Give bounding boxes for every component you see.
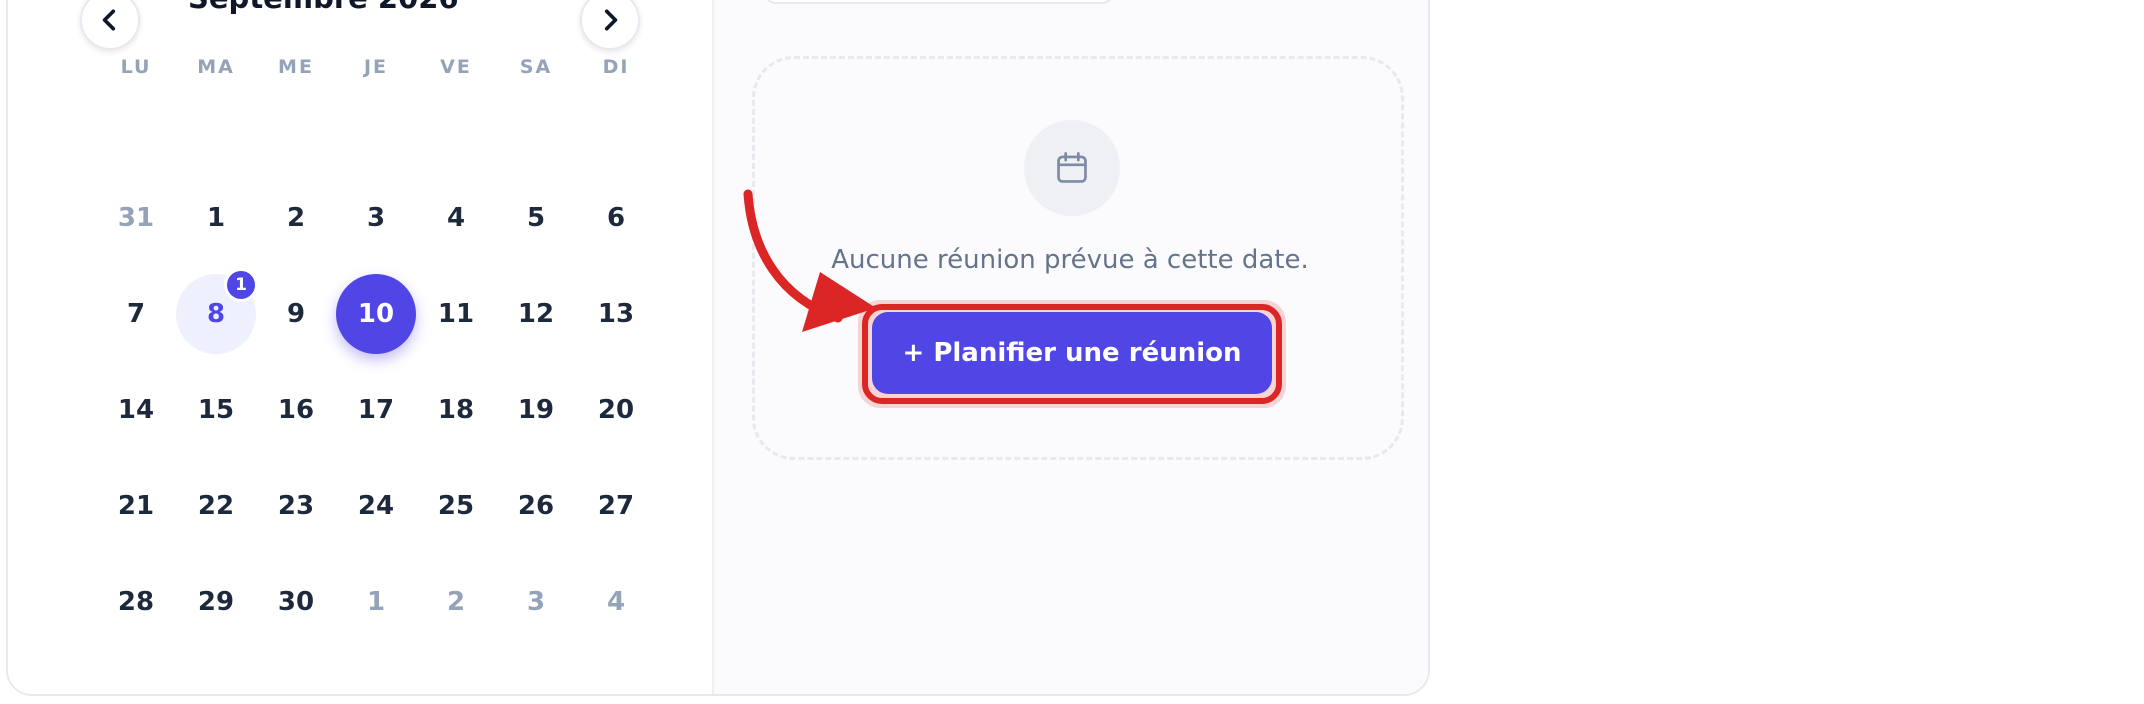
calendar-day[interactable]: 13 [576, 274, 656, 354]
day-number: 15 [197, 395, 235, 425]
calendar-day[interactable]: 31 [96, 178, 176, 258]
day-number: 3 [366, 203, 386, 233]
calendar-grid: 31 1 2 3 4 5 6 7 8 1 9 10 11 12 13 14 15 16 17 18 19 20 21 22 23… [8, 0, 712, 662]
day-number: 19 [517, 395, 555, 425]
calendar-day[interactable]: 3 [496, 562, 576, 642]
day-number: 13 [597, 299, 635, 329]
calendar-day[interactable]: 2 [416, 562, 496, 642]
calendar-day[interactable]: 10 [336, 274, 416, 354]
day-number: 8 [206, 299, 226, 329]
day-number: 9 [286, 299, 306, 329]
day-number: 1 [206, 203, 226, 233]
calendar-day[interactable]: 1 [176, 178, 256, 258]
day-number: 28 [117, 587, 155, 617]
calendar-day[interactable]: 2 [256, 178, 336, 258]
day-number: 31 [117, 203, 155, 233]
day-number: 10 [357, 299, 395, 329]
day-number: 23 [277, 491, 315, 521]
day-number: 26 [517, 491, 555, 521]
day-number: 3 [526, 587, 546, 617]
calendar-day[interactable]: 24 [336, 466, 416, 546]
calendar-day[interactable]: 6 [576, 178, 656, 258]
day-number: 7 [126, 299, 146, 329]
event-count-badge: 1 [224, 268, 258, 302]
day-number: 30 [277, 587, 315, 617]
calendar-day[interactable]: 81 [176, 268, 258, 354]
calendar-day[interactable]: 5 [496, 178, 576, 258]
calendar-icon [1057, 152, 1087, 183]
calendar-day[interactable]: 29 [176, 562, 256, 642]
calendar-day[interactable]: 19 [496, 370, 576, 450]
calendar-day[interactable]: 20 [576, 370, 656, 450]
day-number: 18 [437, 395, 475, 425]
arrow-icon [743, 189, 876, 332]
day-number: 1 [366, 587, 386, 617]
day-number: 20 [597, 395, 635, 425]
calendar-panel: Septembre 2026 LUMAMEJEVESADI 3112345678… [8, 0, 714, 694]
day-number: 24 [357, 491, 395, 521]
day-number: 12 [517, 299, 555, 329]
day-number: 2 [286, 203, 306, 233]
calendar-day[interactable]: 7 [96, 274, 176, 354]
day-number: 11 [437, 299, 475, 329]
calendar-day[interactable]: 4 [416, 178, 496, 258]
calendar-day[interactable]: 22 [176, 466, 256, 546]
schedule-meeting-button[interactable]: + Planifier une réunion [872, 312, 1272, 394]
header-control-edge [764, 0, 1114, 4]
day-number: 22 [197, 491, 235, 521]
empty-state-icon-wrap [1024, 120, 1120, 216]
day-number: 5 [526, 203, 546, 233]
calendar-day[interactable]: 12 [496, 274, 576, 354]
calendar-day[interactable]: 27 [576, 466, 656, 546]
day-number: 16 [277, 395, 315, 425]
day-number: 21 [117, 491, 155, 521]
calendar-day[interactable]: 23 [256, 466, 336, 546]
calendar-day[interactable]: 15 [176, 370, 256, 450]
day-number: 25 [437, 491, 475, 521]
day-number: 6 [606, 203, 626, 233]
day-number: 4 [606, 587, 626, 617]
day-number: 4 [446, 203, 466, 233]
calendar-day[interactable]: 1 [336, 562, 416, 642]
calendar-day[interactable]: 30 [256, 562, 336, 642]
day-number: 2 [446, 587, 466, 617]
day-number: 14 [117, 395, 155, 425]
calendar-day[interactable]: 28 [96, 562, 176, 642]
calendar-day[interactable]: 18 [416, 370, 496, 450]
calendar-day[interactable]: 3 [336, 178, 416, 258]
calendar-day[interactable]: 21 [96, 466, 176, 546]
calendar-day[interactable]: 4 [576, 562, 656, 642]
day-number: 27 [597, 491, 635, 521]
day-number: 17 [357, 395, 395, 425]
calendar-day[interactable]: 26 [496, 466, 576, 546]
calendar-day[interactable]: 25 [416, 466, 496, 546]
calendar-day[interactable]: 11 [416, 274, 496, 354]
calendar-day[interactable]: 17 [336, 370, 416, 450]
calendar-day[interactable]: 14 [96, 370, 176, 450]
day-number: 29 [197, 587, 235, 617]
calendar-day[interactable]: 16 [256, 370, 336, 450]
calendar-day[interactable]: 9 [256, 274, 336, 354]
